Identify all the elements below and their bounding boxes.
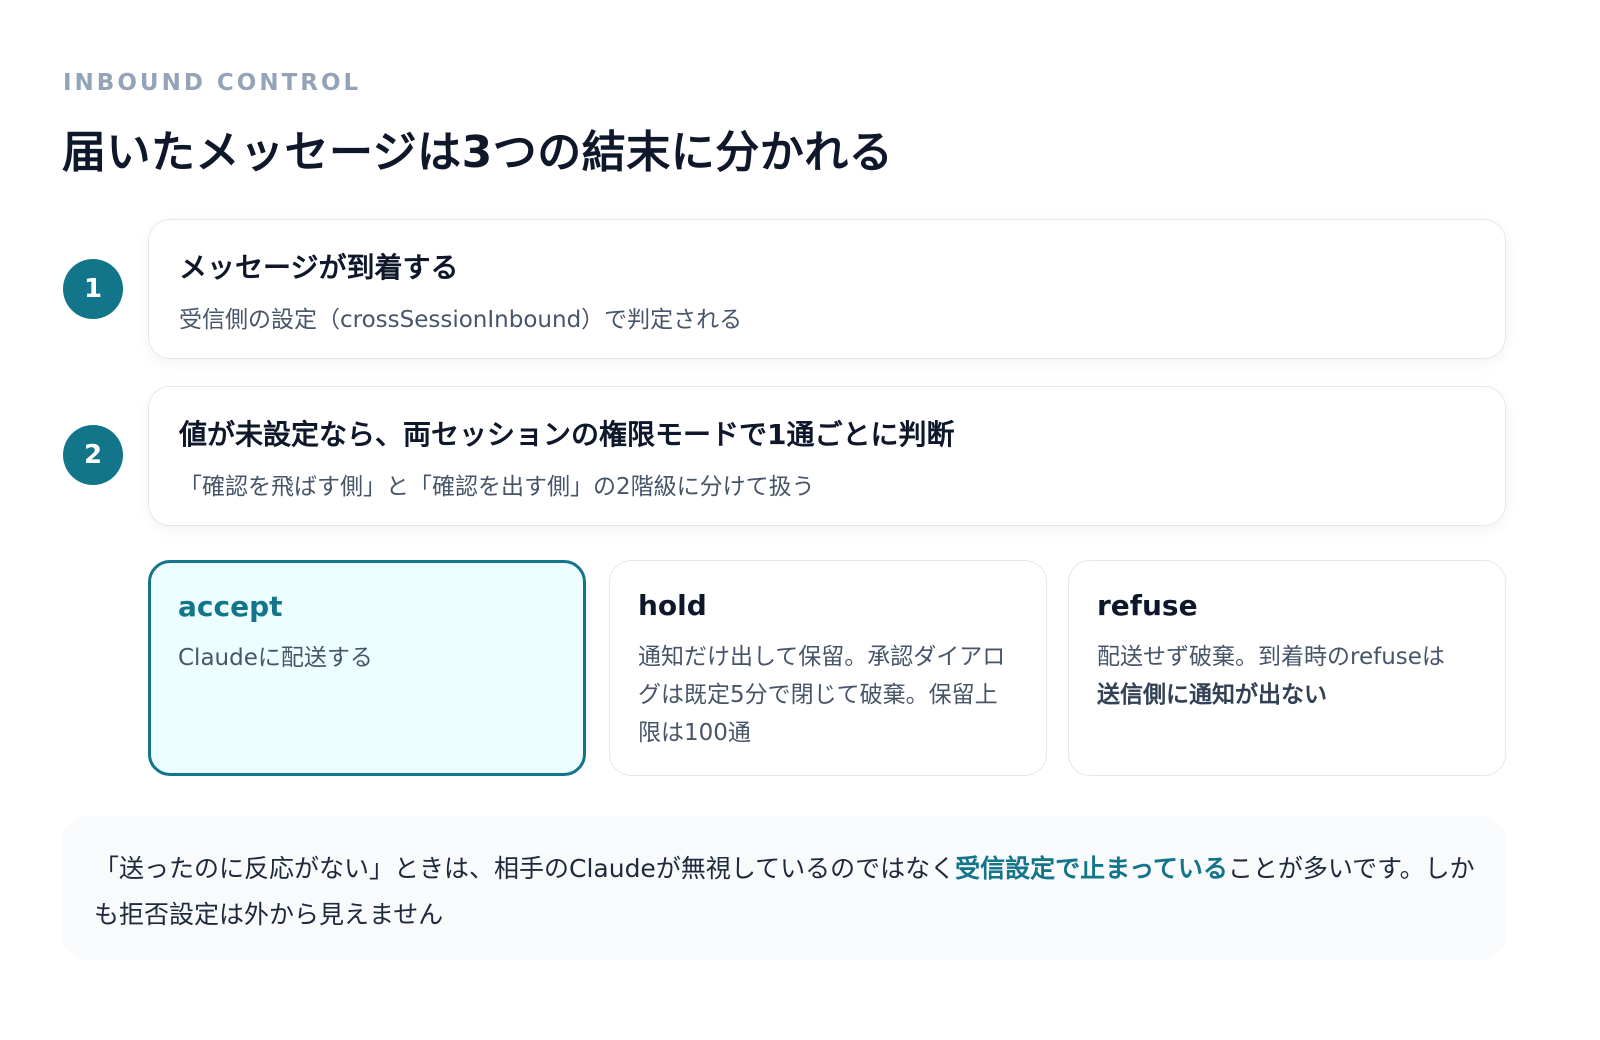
outcome-hold-card: hold 通知だけ出して保留。承認ダイアログは既定5分で閉じて破棄。保留上限は1… [609, 560, 1047, 776]
note-box: 「送ったのに反応がない」ときは、相手のClaudeが無視しているのではなく受信設… [62, 816, 1506, 960]
step-2-description: 「確認を飛ばす側」と「確認を出す側」の2階級に分けて扱う [179, 474, 815, 500]
outcome-refuse-card: refuse 配送せず破棄。到着時のrefuseは 送信側に通知が出ない [1068, 560, 1506, 776]
step-2-title: 値が未設定なら、両セッションの権限モードで1通ごとに判断 [179, 418, 955, 451]
outcome-accept-name: accept [178, 590, 283, 623]
step-1-number: 1 [63, 259, 123, 319]
page-title: 届いたメッセージは3つの結末に分かれる [62, 127, 894, 178]
outcome-accept-card: accept Claudeに配送する [148, 560, 586, 776]
step-2-card: 値が未設定なら、両セッションの権限モードで1通ごとに判断 「確認を飛ばす側」と「… [148, 386, 1506, 526]
note-highlight: 受信設定で止まっている [955, 854, 1228, 883]
outcome-refuse-name: refuse [1097, 589, 1198, 622]
outcome-refuse-description: 配送せず破棄。到着時のrefuseは 送信側に通知が出ない [1097, 638, 1477, 714]
step-2-number: 2 [63, 425, 123, 485]
step-1-description: 受信側の設定（crossSessionInbound）で判定される [179, 307, 743, 333]
outcome-accept-description: Claudeに配送する [178, 645, 373, 671]
outcome-refuse-description-emphasis: 送信側に通知が出ない [1097, 682, 1327, 708]
step-1-card: メッセージが到着する 受信側の設定（crossSessionInbound）で判… [148, 219, 1506, 359]
note-text-prefix: 「送ったのに反応がない」ときは、相手のClaudeが無視しているのではなく [94, 854, 956, 883]
outcome-hold-name: hold [638, 589, 707, 622]
outcome-refuse-description-text: 配送せず破棄。到着時のrefuseは [1097, 644, 1445, 670]
outcome-hold-description: 通知だけ出して保留。承認ダイアログは既定5分で閉じて破棄。保留上限は100通 [638, 644, 1006, 746]
step-1-title: メッセージが到着する [179, 251, 459, 284]
eyebrow-label: INBOUND CONTROL [63, 70, 362, 96]
